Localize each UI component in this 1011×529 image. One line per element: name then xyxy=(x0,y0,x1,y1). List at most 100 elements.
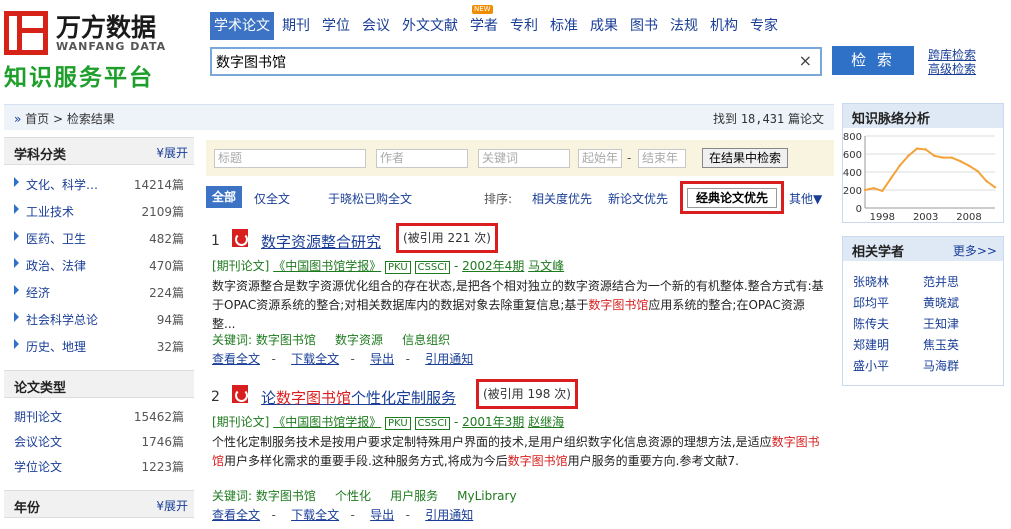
search-button[interactable]: 检 索 xyxy=(832,46,914,75)
cssci-badge: CSSCI xyxy=(414,261,451,274)
nav-item-books[interactable]: 图书 xyxy=(626,12,662,40)
view-fulltext-link[interactable]: 查看全文 xyxy=(212,508,260,522)
keyword-link[interactable]: 信息组织 xyxy=(402,333,450,347)
keyword-link[interactable]: 数字资源 xyxy=(335,333,383,347)
subject-expand[interactable]: ¥展开 xyxy=(156,144,188,161)
subject-item[interactable]: 工业技术 2109篇 xyxy=(4,198,194,224)
scholar-link[interactable]: 陈传夫 xyxy=(853,315,889,332)
nav-item-patent[interactable]: 专利 xyxy=(506,12,542,40)
result-actions: 查看全文 - 下载全文 - 导出 - 引用通知 xyxy=(212,352,474,366)
cite-alert-link[interactable]: 引用通知 xyxy=(425,352,473,366)
trend-chart[interactable]: 800 600 400 200 0 1998 2003 2008 xyxy=(843,128,1003,222)
keyword-link[interactable]: 个性化 xyxy=(335,489,371,503)
tab-fulltext[interactable]: 仅全文 xyxy=(254,190,290,207)
author-link[interactable]: 马文峰 xyxy=(528,259,564,273)
result-meta: [期刊论文] 《中国图书馆学报》 PKU CSSCI - 2002年4期 马文峰 xyxy=(212,259,565,274)
keyword-filter-input[interactable]: 关键词 xyxy=(478,149,570,168)
sort-label: 排序: xyxy=(484,192,513,206)
logo-text-en: WANFANG DATA xyxy=(56,40,167,53)
pdf-icon[interactable] xyxy=(232,229,248,247)
trend-data-point xyxy=(907,154,910,157)
breadcrumb-home[interactable]: 首页 xyxy=(25,112,49,126)
triangle-right-icon xyxy=(14,312,19,322)
logo-text-cn: 万方数据 xyxy=(56,13,157,42)
subject-item[interactable]: 医药、卫生 482篇 xyxy=(4,225,194,251)
scholar-link[interactable]: 黄晓斌 xyxy=(923,294,959,311)
year-expand[interactable]: ¥展开 xyxy=(156,497,188,514)
keyword-link[interactable]: 数字图书馆 xyxy=(256,489,316,503)
search-input[interactable] xyxy=(216,51,786,73)
end-year-input[interactable]: 结束年 xyxy=(638,149,686,168)
scholar-link[interactable]: 王知津 xyxy=(923,315,959,332)
author-filter-input[interactable]: 作者 xyxy=(376,149,468,168)
title-filter-input[interactable]: 标题 xyxy=(214,149,366,168)
issue-link[interactable]: 2001年3期 xyxy=(462,415,524,429)
journal-link[interactable]: 《中国图书馆学报》 xyxy=(273,259,381,273)
advanced-search-link[interactable]: 高级检索 xyxy=(928,60,976,77)
sort-classic[interactable]: 经典论文优先 xyxy=(687,188,777,208)
wanfang-logo-icon xyxy=(4,11,48,55)
scholar-link[interactable]: 马海群 xyxy=(923,357,959,374)
subject-item[interactable]: 社会科学总论 94篇 xyxy=(4,306,194,332)
doctype-item[interactable]: 会议论文 1746篇 xyxy=(4,428,194,454)
scholar-link[interactable]: 焦玉英 xyxy=(923,336,959,353)
sort-relevance[interactable]: 相关度优先 xyxy=(532,190,592,207)
trend-panel: 知识脉络分析 800 600 400 200 0 1998 2003 2008 xyxy=(842,103,1004,223)
result-title[interactable]: 论数字图书馆个性化定制服务 xyxy=(261,387,456,408)
export-link[interactable]: 导出 xyxy=(370,352,394,366)
triangle-right-icon xyxy=(14,204,19,214)
nav-item-standard[interactable]: 标准 xyxy=(546,12,582,40)
trend-series-line xyxy=(864,147,996,193)
nav-item-foreign[interactable]: 外文文献 xyxy=(398,12,462,40)
sort-more-dropdown[interactable]: 其他▼ xyxy=(789,190,822,207)
trend-data-point xyxy=(889,177,893,180)
nav-item-journal[interactable]: 期刊 xyxy=(278,12,314,40)
logo[interactable]: 万方数据 WANFANG DATA 知识服务平台 xyxy=(4,8,194,91)
subject-item[interactable]: 经济 224篇 xyxy=(4,279,194,305)
keyword-link[interactable]: MyLibrary xyxy=(457,489,516,503)
subject-item[interactable]: 文化、科学… 14214篇 xyxy=(4,171,194,197)
nav-item-law[interactable]: 法规 xyxy=(666,12,702,40)
sort-newest[interactable]: 新论文优先 xyxy=(608,190,668,207)
scholar-link[interactable]: 盛小平 xyxy=(853,357,889,374)
keyword-link[interactable]: 数字图书馆 xyxy=(256,333,316,347)
pdf-icon[interactable] xyxy=(232,385,248,403)
doctype-item[interactable]: 期刊论文 15462篇 xyxy=(4,403,194,429)
x-tick-label: 1998 xyxy=(870,212,895,222)
subject-item[interactable]: 政治、法律 470篇 xyxy=(4,252,194,278)
doctype-item[interactable]: 学位论文 1223篇 xyxy=(4,453,194,479)
download-fulltext-link[interactable]: 下载全文 xyxy=(291,352,339,366)
tab-all[interactable]: 全部 xyxy=(206,186,242,208)
tab-purchased[interactable]: 于晓松已购全文 xyxy=(328,190,412,207)
trend-data-point xyxy=(950,156,953,159)
scholar-link[interactable]: 张晓林 xyxy=(853,273,889,290)
issue-link[interactable]: 2002年4期 xyxy=(462,259,524,273)
author-link[interactable]: 赵继海 xyxy=(528,415,564,429)
search-within-results-button[interactable]: 在结果中检索 xyxy=(702,148,788,168)
y-tick-label: 400 xyxy=(843,168,862,179)
nav-item-institution[interactable]: 机构 xyxy=(706,12,742,40)
start-year-input[interactable]: 起始年 xyxy=(578,149,622,168)
nav-item-scholar[interactable]: NEW 学者 xyxy=(466,5,502,40)
clear-icon[interactable]: × xyxy=(799,51,812,70)
scholars-more-link[interactable]: 更多>> xyxy=(953,242,997,259)
cite-alert-link[interactable]: 引用通知 xyxy=(425,508,473,522)
scholar-link[interactable]: 范并思 xyxy=(923,273,959,290)
result-item: 1 数字资源整合研究 (被引用 221 次) [期刊论文] 《中国图书馆学报》 … xyxy=(206,223,834,377)
nav-item-papers[interactable]: 学术论文 xyxy=(210,12,274,40)
download-fulltext-link[interactable]: 下载全文 xyxy=(291,508,339,522)
result-meta: [期刊论文] 《中国图书馆学报》 PKU CSSCI - 2001年3期 赵继海 xyxy=(212,415,565,430)
nav-item-achievement[interactable]: 成果 xyxy=(586,12,622,40)
journal-link[interactable]: 《中国图书馆学报》 xyxy=(273,415,381,429)
search-box: × xyxy=(210,47,822,76)
nav-item-expert[interactable]: 专家 xyxy=(746,12,782,40)
export-link[interactable]: 导出 xyxy=(370,508,394,522)
result-title[interactable]: 数字资源整合研究 xyxy=(261,231,381,252)
nav-item-conference[interactable]: 会议 xyxy=(358,12,394,40)
keyword-link[interactable]: 用户服务 xyxy=(390,489,438,503)
nav-item-degree[interactable]: 学位 xyxy=(318,12,354,40)
scholar-link[interactable]: 郑建明 xyxy=(853,336,889,353)
scholar-link[interactable]: 邱均平 xyxy=(853,294,889,311)
subject-item[interactable]: 历史、地理 32篇 xyxy=(4,333,194,359)
view-fulltext-link[interactable]: 查看全文 xyxy=(212,352,260,366)
